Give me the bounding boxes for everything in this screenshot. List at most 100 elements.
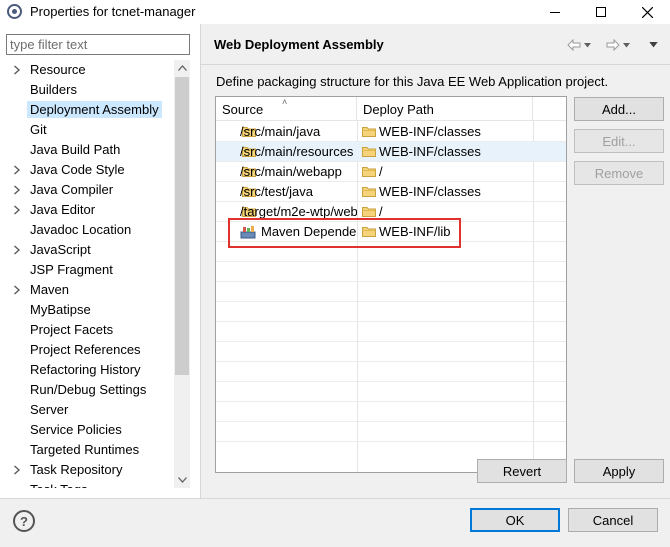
tree-item-label: JSP Fragment [30, 262, 113, 277]
category-scrollbar[interactable] [174, 60, 190, 488]
folder-icon [362, 206, 376, 217]
empty-row [216, 302, 566, 322]
expand-arrow-icon[interactable] [13, 165, 21, 175]
folder-icon [362, 146, 376, 157]
tree-item[interactable]: Java Code Style [0, 160, 173, 180]
table-row[interactable]: /src/test/java WEB-INF/classes [216, 182, 566, 202]
tree-item[interactable]: Task Repository [0, 460, 173, 480]
chevron-down-icon [649, 42, 658, 48]
expand-arrow-icon[interactable] [13, 185, 21, 195]
deploy-path-cell: WEB-INF/classes [379, 144, 481, 159]
forward-button[interactable] [606, 37, 630, 53]
tree-item[interactable]: Git [0, 120, 173, 140]
table-row[interactable]: /src/main/java WEB-INF/classes [216, 122, 566, 142]
column-header-source[interactable]: Source ˄ [216, 97, 357, 121]
tree-item[interactable]: Resource [0, 60, 173, 80]
tree-item[interactable]: Java Editor [0, 200, 173, 220]
expand-arrow-icon[interactable] [13, 285, 21, 295]
tree-item[interactable]: MyBatipse [0, 300, 173, 320]
tree-item[interactable]: Service Policies [0, 420, 173, 440]
tree-item[interactable]: Javadoc Location [0, 220, 173, 240]
expand-arrow-icon[interactable] [13, 205, 21, 215]
maximize-button[interactable] [578, 0, 624, 24]
tree-item[interactable]: Maven [0, 280, 173, 300]
tree-item-label: JavaScript [30, 242, 91, 257]
apply-button[interactable]: Apply [574, 459, 664, 483]
sort-ascending-icon: ˄ [282, 97, 288, 107]
window-title: Properties for tcnet-manager [30, 4, 196, 19]
tree-item[interactable]: JSP Fragment [0, 260, 173, 280]
tree-item[interactable]: Task Tags [0, 480, 173, 488]
folder-icon [362, 186, 376, 197]
tree-item[interactable]: Targeted Runtimes [0, 440, 173, 460]
minimize-icon [550, 11, 560, 13]
tree-item[interactable]: JavaScript [0, 240, 173, 260]
ok-button[interactable]: OK [470, 508, 560, 532]
expand-arrow-icon[interactable] [13, 65, 21, 75]
deploy-path-cell: / [379, 204, 383, 219]
tree-item-label: Git [30, 122, 47, 137]
back-button[interactable] [567, 37, 591, 53]
header-divider [201, 64, 670, 65]
highlight-annotation [228, 218, 461, 248]
tree-item[interactable]: Project References [0, 340, 173, 360]
deploy-path-cell: / [379, 164, 383, 179]
tree-item-label: Java Build Path [30, 142, 121, 157]
help-icon[interactable]: ? [13, 510, 35, 532]
forward-arrow-icon [606, 39, 620, 51]
scroll-up-button[interactable] [174, 60, 190, 76]
tree-item[interactable]: Run/Debug Settings [0, 380, 173, 400]
deploy-path-cell: WEB-INF/classes [379, 184, 481, 199]
page-description: Define packaging structure for this Java… [216, 74, 609, 89]
assembly-table[interactable]: Source ˄ Deploy Path /src/main/java WEB-I… [215, 96, 567, 473]
tree-item-label: Project Facets [30, 322, 114, 337]
page-title: Web Deployment Assembly [214, 37, 384, 52]
empty-row [216, 322, 566, 342]
cancel-button[interactable]: Cancel [568, 508, 658, 532]
source-cell: /src/main/resources [240, 144, 354, 159]
expand-arrow-icon[interactable] [13, 465, 21, 475]
category-tree: Resource Builders Deployment Assembly Git Ja… [0, 60, 173, 488]
tree-item-label: Deployment Assembly [27, 101, 162, 118]
source-cell: /target/m2e-wtp/web-resources [240, 204, 357, 219]
filter-input[interactable] [6, 34, 190, 55]
tree-item-label: Targeted Runtimes [30, 442, 140, 457]
empty-row [216, 342, 566, 362]
tree-item-label: Run/Debug Settings [30, 382, 147, 397]
tree-item[interactable]: Java Build Path [0, 140, 173, 160]
view-menu-button[interactable] [646, 37, 658, 53]
tree-item-label: Project References [30, 342, 141, 357]
table-row[interactable]: /src/main/webapp / [216, 162, 566, 182]
tree-item-label: Refactoring History [30, 362, 141, 377]
maximize-icon [596, 7, 606, 17]
folder-icon [362, 126, 376, 137]
tree-item[interactable]: Project Facets [0, 320, 173, 340]
expand-arrow-icon[interactable] [13, 245, 21, 255]
tree-item-label: Maven [30, 282, 70, 297]
tree-item[interactable]: Server [0, 400, 173, 420]
minimize-button[interactable] [532, 0, 578, 24]
close-button[interactable] [624, 0, 670, 24]
column-header-deploy-path[interactable]: Deploy Path [357, 97, 533, 121]
scroll-thumb[interactable] [175, 77, 189, 375]
chevron-down-icon [584, 42, 591, 47]
tree-item[interactable]: Java Compiler [0, 180, 173, 200]
remove-button[interactable]: Remove [574, 161, 664, 185]
tree-item-label: Service Policies [30, 422, 122, 437]
edit-button[interactable]: Edit... [574, 129, 664, 153]
chevron-up-icon [177, 65, 187, 71]
tree-item-label: Task Tags [30, 482, 88, 488]
column-header-source-label: Source [222, 102, 264, 117]
scroll-down-button[interactable] [174, 472, 190, 488]
table-header: Source ˄ Deploy Path [216, 97, 566, 121]
empty-row [216, 362, 566, 382]
tree-item[interactable]: Refactoring History [0, 360, 173, 380]
source-cell: /src/main/webapp [240, 164, 342, 179]
revert-button[interactable]: Revert [477, 459, 567, 483]
empty-row [216, 282, 566, 302]
tree-item-label: Server [30, 402, 69, 417]
table-row[interactable]: /src/main/resources WEB-INF/classes [216, 142, 566, 162]
tree-item[interactable]: Deployment Assembly [0, 100, 173, 120]
add-button[interactable]: Add... [574, 97, 664, 121]
tree-item[interactable]: Builders [0, 80, 173, 100]
